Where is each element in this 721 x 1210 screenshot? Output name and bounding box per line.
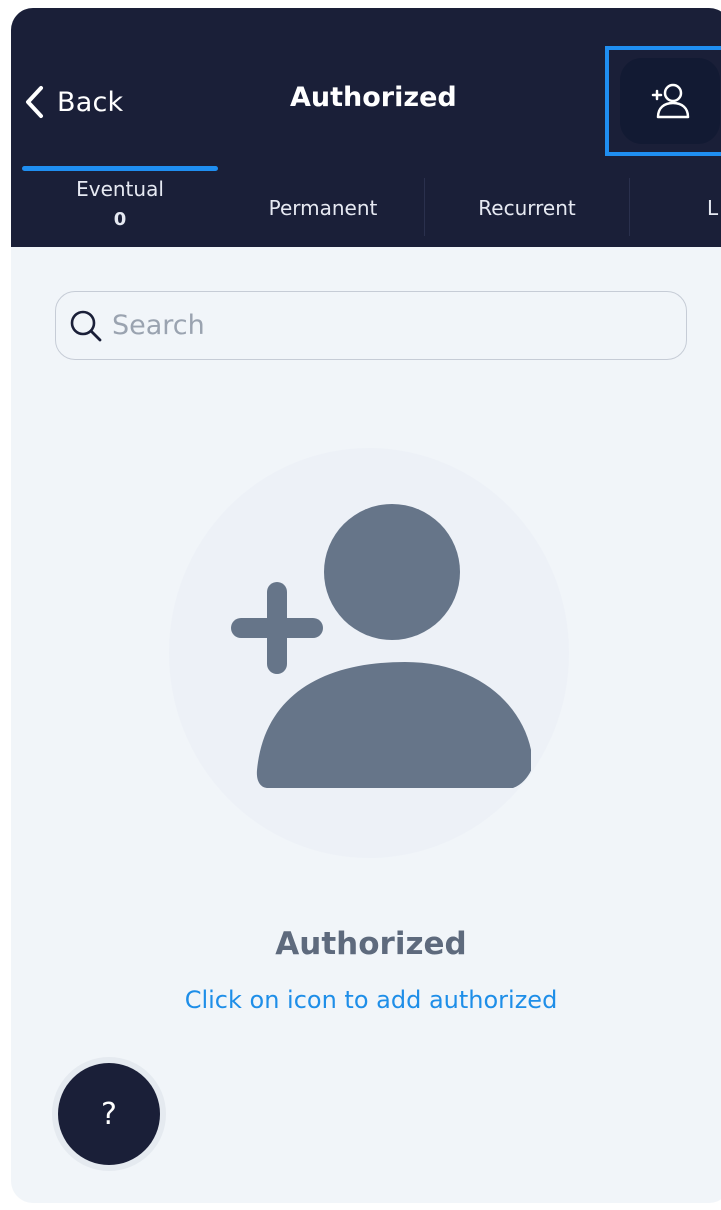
tab-permanent[interactable]: Permanent	[223, 166, 423, 247]
add-user-icon	[651, 83, 690, 119]
add-user-icon	[231, 504, 531, 788]
chevron-left-icon	[26, 86, 43, 118]
search-box	[55, 291, 687, 360]
tab-bar: Eventual 0 Permanent Recurrent L	[11, 166, 721, 247]
search-icon	[70, 310, 102, 341]
page-title: Authorized	[290, 82, 457, 113]
tab-overflow-label: L	[707, 196, 719, 220]
help-button[interactable]: ?	[58, 1063, 160, 1165]
tab-divider	[424, 178, 425, 236]
tab-overflow[interactable]: L	[675, 166, 721, 247]
search-input[interactable]	[112, 310, 652, 341]
tab-eventual-count: 0	[113, 209, 127, 230]
app-screen: Back Authorized Eventual 0 Permanent Rec…	[11, 8, 721, 1203]
back-label: Back	[57, 86, 124, 118]
help-label: ?	[101, 1096, 117, 1132]
back-button[interactable]: Back	[23, 80, 123, 124]
tab-recurrent[interactable]: Recurrent	[425, 166, 629, 247]
empty-state-subtitle: Click on icon to add authorized	[184, 986, 558, 1014]
tab-eventual-label: Eventual	[76, 177, 164, 201]
tab-eventual[interactable]: Eventual 0	[22, 166, 218, 247]
add-authorized-button[interactable]	[605, 46, 721, 156]
tab-permanent-label: Permanent	[268, 196, 378, 220]
tab-divider	[629, 178, 630, 236]
add-authorized-button-face	[620, 58, 720, 144]
tab-recurrent-label: Recurrent	[478, 196, 576, 220]
empty-state-illustration	[169, 448, 569, 858]
empty-state-title: Authorized	[275, 926, 467, 962]
